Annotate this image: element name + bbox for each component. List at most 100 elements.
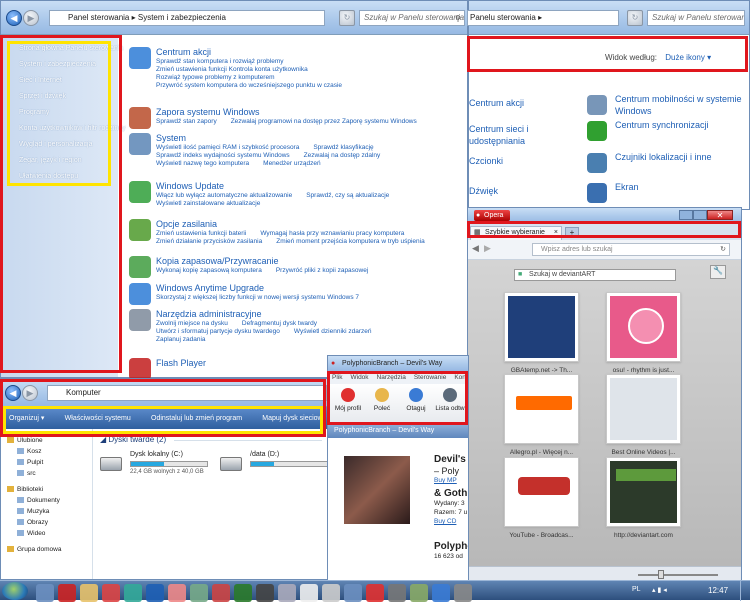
speed-dial-tile[interactable]: Best Online Videos |... — [606, 374, 681, 456]
speed-dial-settings-icon[interactable]: 🔧 — [710, 265, 726, 279]
taskbar-app-icon[interactable] — [58, 584, 76, 602]
view-by-dropdown[interactable]: Duże ikony ▾ — [665, 53, 711, 62]
category-title[interactable]: Narzędzia administracyjne — [156, 309, 459, 319]
itunes-menu-item[interactable]: Plik — [332, 374, 342, 381]
nav-tree-item[interactable]: Grupa domowa — [1, 544, 92, 555]
start-button[interactable] — [2, 582, 28, 600]
taskbar-app-icon[interactable] — [234, 584, 252, 602]
taskbar-app-icon[interactable] — [454, 584, 472, 602]
explorer-forward-button[interactable]: ▶ — [22, 385, 38, 401]
drive-item[interactable]: /data (D:) — [220, 451, 335, 481]
taskbar-app-icon[interactable] — [102, 584, 120, 602]
album-buy-link[interactable]: Buy MP — [434, 477, 457, 484]
sidebar-link[interactable]: Ułatwienia dostępu — [19, 173, 118, 180]
taskbar-app-icon[interactable] — [322, 584, 340, 602]
nav-tree-item[interactable]: Wideo — [1, 528, 92, 539]
itunes-menu-item[interactable]: Narzędzia — [377, 374, 406, 381]
category-link[interactable]: Rozwiąż typowe problemy z komputerem — [156, 74, 275, 81]
category-link[interactable]: Wyświetl ilość pamięci RAM i szybkość pr… — [156, 144, 299, 151]
category-link[interactable]: Wyświetl dzienniki zdarzeń — [294, 328, 372, 335]
itunes-menu-item[interactable]: Sterowanie — [414, 374, 447, 381]
breadcrumb-current[interactable]: System i zabezpieczenia — [138, 13, 226, 22]
taskbar-app-icon[interactable] — [124, 584, 142, 602]
album-title[interactable]: Polypho — [434, 541, 468, 552]
category-title[interactable]: Centrum akcji — [156, 47, 459, 57]
category-link[interactable]: Menedżer urządzeń — [263, 160, 320, 167]
category-link[interactable]: Utwórz i sformatuj partycje dysku twarde… — [156, 328, 280, 335]
all-items-link[interactable]: Centrum synchronizacji — [615, 119, 743, 131]
category-link[interactable]: Zmień ustawienia funkcji Kontrola konta … — [156, 66, 308, 73]
sidebar-link[interactable]: System i zabezpieczenia — [19, 61, 118, 68]
organize-button[interactable]: Organizuj ▾ — [9, 415, 44, 422]
all-items-search-input[interactable]: Szukaj w Panelu sterowania — [647, 10, 745, 26]
category-title[interactable]: Windows Update — [156, 181, 459, 191]
refresh-icon[interactable]: ↻ — [339, 10, 355, 26]
search-input[interactable]: Szukaj w Panelu sterowania ⚲ — [359, 10, 465, 26]
show-desktop-button[interactable] — [740, 581, 750, 601]
all-items-link[interactable]: Centrum akcji — [469, 97, 549, 109]
category-link[interactable]: Zmień moment przejścia komputera w tryb … — [276, 238, 424, 245]
category-link[interactable]: Wyświetl nazwę tego komputera — [156, 160, 249, 167]
taskbar-app-icon[interactable] — [146, 584, 164, 602]
all-items-link[interactable]: Centrum sieci i udostępniania — [469, 123, 549, 147]
category-link[interactable]: Sprawdź klasyfikację — [313, 144, 373, 151]
album-title[interactable]: Devil's — [434, 454, 466, 465]
category-link[interactable]: Zezwalaj programowi na dostęp przez Zapo… — [231, 118, 417, 125]
all-items-link[interactable]: Ekran — [615, 181, 743, 193]
taskbar-app-icon[interactable] — [410, 584, 428, 602]
sidebar-link[interactable]: Sprzęt i dźwięk — [19, 93, 118, 100]
opera-reload-icon[interactable]: ↻ — [720, 244, 726, 255]
all-items-breadcrumb[interactable]: Panelu sterowania — [470, 13, 536, 22]
category-title[interactable]: System — [156, 133, 459, 143]
category-link[interactable]: Przywróć pliki z kopii zapasowej — [276, 267, 368, 274]
all-items-address-bar[interactable]: Panelu sterowania ▸ — [467, 10, 619, 26]
category-link[interactable]: Zaplanuj zadania — [156, 336, 206, 343]
clock[interactable]: 12:47 — [708, 586, 728, 595]
system-properties-button[interactable]: Właściwości systemu — [65, 415, 131, 422]
opera-menu-button[interactable]: ● Opera — [474, 210, 510, 221]
tray-icons[interactable]: ▴ ▮ ◂ — [652, 586, 667, 594]
nav-tree-item[interactable]: Kosz — [1, 446, 92, 457]
tab-speed-dial[interactable]: ▦ Szybkie wybieranie × — [470, 226, 562, 240]
all-items-link[interactable]: Czujniki lokalizacji i inne — [615, 151, 743, 163]
itunes-toolbar-button[interactable]: Mój profil — [332, 388, 364, 422]
category-link[interactable]: Zmień działanie przycisków zasilania — [156, 238, 262, 245]
speed-dial-tile[interactable]: http://deviantart.com — [606, 457, 681, 539]
sidebar-link[interactable]: Wygląd i personalizacja — [19, 141, 118, 148]
taskbar-app-icon[interactable] — [344, 584, 362, 602]
speed-dial-tile[interactable]: osu! - rhythm is just... — [606, 292, 681, 374]
explorer-back-button[interactable]: ◀ — [5, 385, 21, 401]
category-link[interactable]: Wymagaj hasła przy wznawianiu pracy komp… — [260, 230, 404, 237]
sidebar-link[interactable]: Strona główna Panelu sterowania — [19, 45, 123, 52]
category-title[interactable]: Opcje zasilania — [156, 219, 459, 229]
language-indicator[interactable]: PL — [632, 586, 641, 593]
close-button[interactable]: ✕ — [707, 210, 733, 220]
tab-close-icon[interactable]: × — [554, 227, 558, 239]
nav-tree-item[interactable]: Dokumenty — [1, 495, 92, 506]
all-items-link[interactable]: Centrum mobilności w systemie Windows — [615, 93, 743, 117]
category-link[interactable]: Wykonaj kopię zapasową komputera — [156, 267, 262, 274]
nav-tree-item[interactable]: Biblioteki — [1, 484, 92, 495]
opera-address-input[interactable]: Wpisz adres lub szukaj ↻ — [532, 243, 730, 256]
speed-dial-tile[interactable]: Allegro.pl - Więcej n... — [504, 374, 579, 456]
back-button[interactable]: ◀ — [6, 10, 22, 26]
taskbar-app-icon[interactable] — [36, 584, 54, 602]
speed-dial-tile[interactable]: YouTube - Broadcas... — [504, 457, 579, 539]
nav-tree-item[interactable]: Pulpit — [1, 457, 92, 468]
nav-tree-item[interactable]: Muzyka — [1, 506, 92, 517]
taskbar-app-icon[interactable] — [432, 584, 450, 602]
itunes-toolbar-button[interactable]: Otaguj — [400, 388, 432, 422]
taskbar-app-icon[interactable] — [388, 584, 406, 602]
all-items-refresh-icon[interactable]: ↻ — [627, 10, 643, 26]
category-link[interactable]: Wyświetl zainstalowane aktualizacje — [156, 200, 260, 207]
category-link[interactable]: Zmień ustawienia funkcji baterii — [156, 230, 246, 237]
opera-back-icon[interactable]: ◀ — [472, 243, 479, 254]
explorer-breadcrumb[interactable]: Komputer — [66, 388, 101, 397]
taskbar-app-icon[interactable] — [168, 584, 186, 602]
category-link[interactable]: Skorzystaj z większej liczby funkcji w n… — [156, 294, 359, 301]
map-network-drive-button[interactable]: Mapuj dysk sieciowy — [262, 415, 326, 422]
category-title[interactable]: Kopia zapasowa/Przywracanie — [156, 256, 459, 266]
uninstall-program-button[interactable]: Odinstaluj lub zmień program — [151, 415, 242, 422]
category-link[interactable]: Włącz lub wyłącz automatyczne aktualizow… — [156, 192, 292, 199]
category-link[interactable]: Zwolnij miejsce na dysku — [156, 320, 228, 327]
